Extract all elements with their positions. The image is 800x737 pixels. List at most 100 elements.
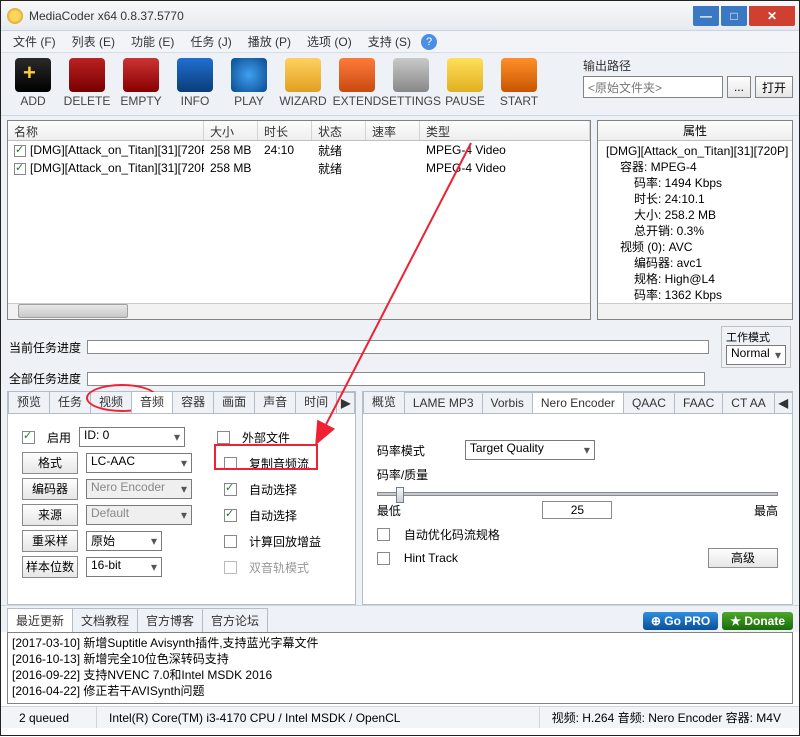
table-row[interactable]: [DMG][Attack_on_Titan][31][720P... 258 M… [8,159,590,177]
tab-preview[interactable]: 预览 [8,392,50,413]
menu-list[interactable]: 列表 (E) [64,31,123,52]
extfile-label: 外部文件 [242,429,290,446]
settings-button[interactable]: SETTINGS [385,57,437,111]
table-row[interactable]: [DMG][Attack_on_Titan][31][720P... 258 M… [8,141,590,159]
tab-screen[interactable]: 画面 [213,392,255,413]
logtab-docs[interactable]: 文档教程 [72,608,138,632]
tab-qaac[interactable]: QAAC [623,392,675,413]
properties-header: 属性 [598,121,792,141]
source-button[interactable]: 来源 [22,504,78,526]
properties-hscroll[interactable] [598,303,792,319]
prop-line: 容器: MPEG-4 [602,159,788,175]
replaygain-checkbox[interactable] [224,535,237,548]
tab-faac[interactable]: FAAC [674,392,723,413]
menu-func[interactable]: 功能 (E) [123,31,182,52]
autosel1-checkbox[interactable] [224,483,237,496]
wizard-button[interactable]: WIZARD [277,57,329,111]
file-list-header: 名称 大小 时长 状态 速率 类型 [8,121,590,141]
maximize-button[interactable]: □ [721,6,747,26]
tab-audio[interactable]: 音频 [131,392,173,413]
current-progress-bar [87,340,709,354]
logtab-forum[interactable]: 官方论坛 [202,608,268,632]
prop-line: 规格: High@L4 [602,271,788,287]
delete-button[interactable]: DELETE [61,57,113,111]
format-select[interactable]: LC-AAC [86,453,192,473]
col-status[interactable]: 状态 [312,121,366,140]
tab-task[interactable]: 任务 [49,392,91,413]
start-icon [501,58,537,92]
pause-button[interactable]: PAUSE [439,57,491,111]
tab-time[interactable]: 时间 [295,392,337,413]
col-type[interactable]: 类型 [420,121,590,140]
add-icon [15,58,51,92]
slider-handle[interactable] [396,487,404,503]
work-mode-select[interactable]: Normal [726,345,786,365]
auto-opt-checkbox[interactable] [377,528,390,541]
menu-file[interactable]: 文件 (F) [5,31,64,52]
add-button[interactable]: ADD [7,57,59,111]
play-button[interactable]: PLAY [223,57,275,111]
log-box[interactable]: [2017-03-10] 新增Suptitle Avisynth插件,支持蓝光字… [7,632,793,704]
go-pro-badge[interactable]: ⊕ Go PRO [643,612,718,630]
copystream-checkbox[interactable] [224,457,237,470]
minimize-button[interactable]: — [693,6,719,26]
advanced-button[interactable]: 高级 [708,548,778,568]
tab-ctaa[interactable]: CT AA [722,392,774,413]
encoder-select: Nero Encoder [86,479,192,499]
menu-play[interactable]: 播放 (P) [240,31,299,52]
close-button[interactable]: ✕ [749,6,795,26]
format-button[interactable]: 格式 [22,452,78,474]
encoder-button[interactable]: 编码器 [22,478,78,500]
file-list-hscroll[interactable] [8,303,590,319]
help-icon[interactable]: ? [421,34,437,50]
donate-badge[interactable]: ★ Donate [722,612,793,630]
file-list[interactable]: 名称 大小 时长 状态 速率 类型 [DMG][Attack_on_Titan]… [7,120,591,320]
log-line: [2016-10-13] 新增完全10位色深转码支持 [12,651,788,667]
pause-icon [447,58,483,92]
dualmode-label: 双音轨模式 [249,559,309,576]
bits-button[interactable]: 样本位数 [22,556,78,578]
autosel2-checkbox[interactable] [224,509,237,522]
output-path-input[interactable]: <原始文件夹> [583,76,723,98]
tab-overview[interactable]: 概览 [363,392,405,413]
enable-checkbox[interactable] [22,431,35,444]
resample-button[interactable]: 重采样 [22,530,78,552]
menu-support[interactable]: 支持 (S) [360,31,419,52]
bits-select[interactable]: 16-bit [86,557,162,577]
open-button[interactable]: 打开 [755,76,793,98]
logtab-recent[interactable]: 最近更新 [7,608,73,632]
tab-vorbis[interactable]: Vorbis [482,392,533,413]
properties-tree[interactable]: [DMG][Attack_on_Titan][31][720P][GB 容器: … [598,141,792,303]
browse-button[interactable]: ... [727,76,751,98]
col-name[interactable]: 名称 [8,121,204,140]
prop-line: 视频 (0): AVC [602,239,788,255]
id-select[interactable]: ID: 0 [79,427,185,447]
extend-button[interactable]: EXTEND [331,57,383,111]
tab-video[interactable]: 视频 [90,392,132,413]
row-checkbox[interactable] [14,145,26,157]
logtab-blog[interactable]: 官方博客 [137,608,203,632]
menu-options[interactable]: 选项 (O) [299,31,360,52]
info-icon [177,58,213,92]
menu-task[interactable]: 任务 (J) [182,31,239,52]
tab-lame[interactable]: LAME MP3 [404,392,483,413]
dualmode-checkbox [224,561,237,574]
col-rate[interactable]: 速率 [366,121,420,140]
row-checkbox[interactable] [14,163,26,175]
tab-nero[interactable]: Nero Encoder [532,392,624,413]
resample-select[interactable]: 原始 [86,531,162,551]
col-size[interactable]: 大小 [204,121,258,140]
extfile-checkbox[interactable] [217,431,230,444]
tab-scroll-left[interactable]: ◀ [774,392,792,413]
tab-scroll-right[interactable]: ▶ [336,392,355,413]
col-dur[interactable]: 时长 [258,121,312,140]
tab-container[interactable]: 容器 [172,392,214,413]
tab-sound[interactable]: 声音 [254,392,296,413]
bitrate-mode-select[interactable]: Target Quality [465,440,595,460]
start-button[interactable]: START [493,57,545,111]
quality-slider[interactable] [377,492,778,496]
empty-button[interactable]: EMPTY [115,57,167,111]
empty-icon [123,58,159,92]
hint-checkbox[interactable] [377,552,390,565]
info-button[interactable]: INFO [169,57,221,111]
